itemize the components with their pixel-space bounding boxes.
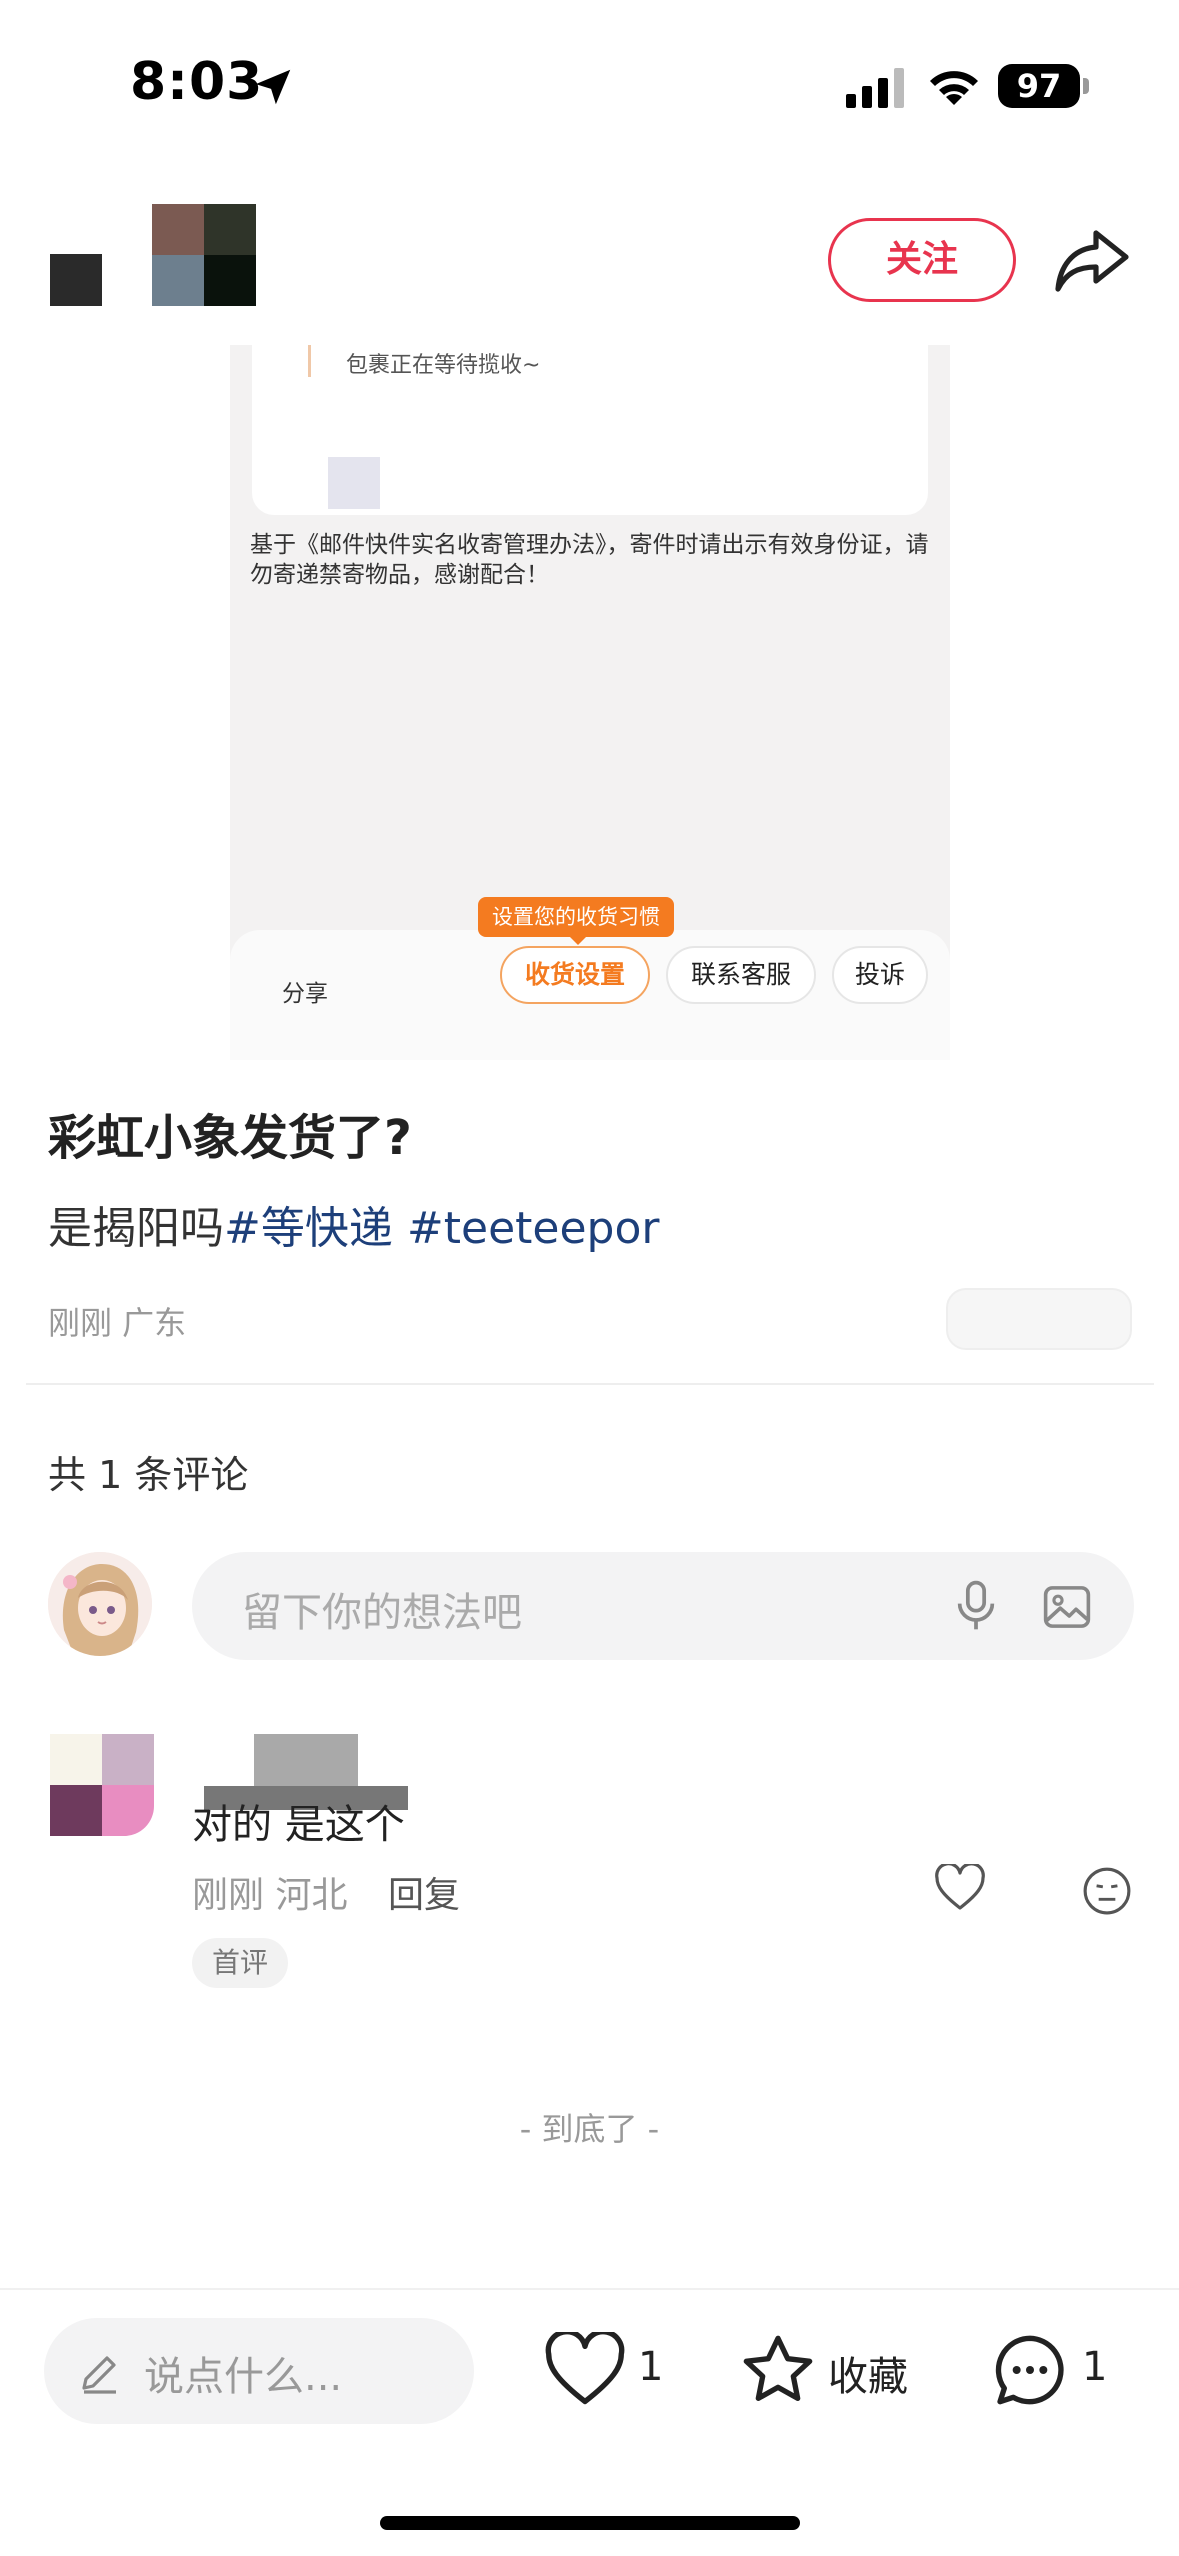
comment-meta: 刚刚 河北 (192, 1875, 348, 1916)
collect-label[interactable]: 收藏 (828, 2344, 908, 2402)
comment-bubble-icon[interactable] (990, 2330, 1070, 2410)
image-receive-settings-button: 收货设置 (500, 946, 650, 1004)
comment-count-heading: 共 1 条评论 (48, 1453, 249, 1497)
commenter-avatar[interactable] (50, 1734, 154, 1836)
say-something-placeholder: 说点什么... (144, 2354, 343, 2400)
image-parcel-card: 包裹正在等待揽收~ (252, 345, 928, 515)
back-button[interactable] (50, 254, 102, 306)
image-picker-icon[interactable] (1040, 1580, 1094, 1634)
share-icon[interactable] (1052, 226, 1132, 296)
avatar-illustration-icon (48, 1552, 152, 1656)
post-image[interactable]: 包裹正在等待揽收~ 基于《邮件快件实名收寄管理办法》，寄件时请出示有效身份证，请… (230, 345, 950, 1060)
comment-like-heart-icon[interactable] (934, 1864, 986, 1912)
image-parcel-status: 包裹正在等待揽收~ (346, 353, 541, 378)
battery-nub (1083, 78, 1089, 94)
image-share-label: 分享 (282, 981, 328, 1007)
post-description: 是揭阳吗#等快递 #teeteepor (48, 1192, 659, 1256)
post-meta: 刚刚 广东 (48, 1304, 187, 1342)
hashtag-link[interactable]: #等快递 (224, 1203, 393, 1254)
status-bar: 8:03 97 (0, 0, 1179, 170)
image-thumbnail (328, 457, 380, 509)
divider (26, 1383, 1154, 1385)
status-time: 8:03 (130, 52, 264, 112)
cellular-signal-icon (846, 68, 904, 108)
first-comment-badge: 首评 (192, 1938, 288, 1988)
collect-star-icon[interactable] (738, 2330, 818, 2410)
follow-button[interactable]: 关注 (828, 218, 1016, 302)
image-notice-text: 基于《邮件快件实名收寄管理办法》，寄件时请出示有效身份证，请勿寄递禁寄物品，感谢… (250, 532, 929, 588)
battery-indicator: 97 (998, 64, 1080, 108)
reply-button[interactable]: 回复 (388, 1866, 460, 1918)
wifi-icon (930, 71, 978, 105)
image-tooltip: 设置您的收货习惯 (478, 897, 674, 937)
microphone-icon[interactable] (948, 1578, 1004, 1634)
post-header: 关注 (0, 190, 1179, 340)
author-avatar[interactable] (152, 204, 256, 306)
image-toolbar: 分享 收货设置 联系客服 投诉 (230, 930, 950, 1060)
blurred-element (946, 1288, 1132, 1350)
tooltip-arrow (570, 937, 586, 945)
commenter-name-blurred[interactable] (254, 1734, 358, 1786)
comment-input-placeholder: 留下你的想法吧 (242, 1590, 522, 1636)
image-complaint-button: 投诉 (832, 946, 928, 1004)
comment-text: 对的 是这个 (192, 1802, 405, 1848)
post-description-text: 是揭阳吗 (48, 1203, 224, 1254)
comment-input[interactable]: 留下你的想法吧 (192, 1552, 1134, 1660)
say-something-input[interactable]: 说点什么... (44, 2318, 474, 2424)
like-heart-icon[interactable] (544, 2332, 626, 2408)
end-of-list-text: - 到底了 - (519, 2110, 660, 2148)
location-arrow-icon (255, 69, 291, 105)
home-indicator[interactable] (380, 2516, 800, 2530)
pen-icon (82, 2356, 116, 2394)
timeline-line (308, 345, 311, 377)
post-title: 彩虹小象发货了? (48, 1110, 412, 1166)
my-avatar (48, 1552, 152, 1656)
hashtag-link[interactable]: #teeteepor (407, 1203, 660, 1254)
bottom-divider (0, 2288, 1179, 2290)
image-contact-service-button: 联系客服 (666, 946, 816, 1004)
dislike-face-icon[interactable] (1082, 1866, 1132, 1916)
comment-count: 1 (1082, 2344, 1108, 2390)
like-count: 1 (638, 2344, 664, 2390)
